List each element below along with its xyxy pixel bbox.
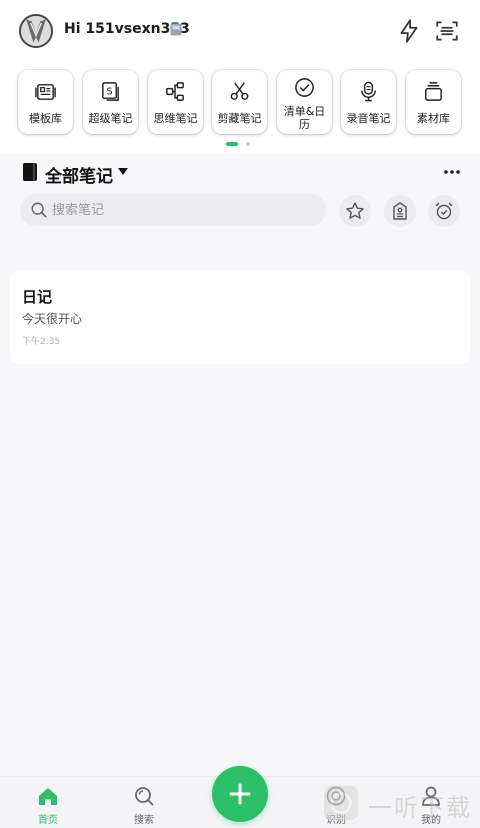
caret-down-icon[interactable] xyxy=(118,168,128,176)
tool-label: 超级笔记 xyxy=(88,112,133,125)
search-icon xyxy=(31,202,47,218)
tags-button[interactable] xyxy=(384,195,416,227)
favorites-button[interactable] xyxy=(339,195,371,227)
tool-label: 剪藏笔记 xyxy=(217,112,262,125)
search-input[interactable] xyxy=(52,198,312,222)
watermark-text: 一听下载 xyxy=(368,794,472,822)
mindmap-icon xyxy=(166,82,184,101)
tool-label: 录音笔记 xyxy=(346,112,391,125)
super-note-icon: S xyxy=(102,82,119,101)
plus-icon xyxy=(229,783,251,805)
note-card[interactable]: 日记 今天很开心 下午2:35 xyxy=(10,270,470,364)
home-icon xyxy=(39,788,57,805)
check-circle-icon xyxy=(295,78,314,97)
tool-label: 清单&日历 xyxy=(283,105,326,131)
note-timestamp: 下午2:35 xyxy=(22,337,61,347)
more-icon[interactable] xyxy=(442,164,462,180)
vip-badge-icon[interactable] xyxy=(170,23,182,36)
tool-label: 模板库 xyxy=(29,112,62,125)
star-icon xyxy=(346,202,364,219)
watermark: 一听下载 xyxy=(318,780,478,826)
search-box[interactable] xyxy=(20,194,326,226)
scissors-icon xyxy=(230,82,249,100)
add-note-button[interactable] xyxy=(212,766,268,822)
tool-template-library[interactable]: 模板库 xyxy=(18,70,73,134)
nav-search[interactable]: 搜索 xyxy=(114,783,174,827)
svg-text:S: S xyxy=(106,86,112,97)
alarm-clock-icon xyxy=(435,202,453,220)
microphone-icon xyxy=(361,81,376,102)
notes-section: 全部笔记 xyxy=(0,154,480,242)
note-preview: 今天很开心 xyxy=(22,312,83,326)
note-title: 日记 xyxy=(22,288,53,306)
tool-checklist-calendar[interactable]: 清单&日历 xyxy=(277,70,332,134)
material-icon xyxy=(425,82,442,101)
page-indicator-active xyxy=(226,142,238,146)
search-icon xyxy=(135,787,154,806)
notebook-icon xyxy=(23,163,37,181)
tool-label: 思维笔记 xyxy=(153,112,198,125)
scan-icon[interactable] xyxy=(434,18,460,44)
tool-voice-note[interactable]: 录音笔记 xyxy=(341,70,396,134)
tool-clip-note[interactable]: 剪藏笔记 xyxy=(212,70,267,134)
nav-label: 搜索 xyxy=(134,815,154,826)
reminders-button[interactable] xyxy=(428,195,460,227)
page-indicator xyxy=(226,142,256,148)
flash-icon[interactable] xyxy=(396,18,422,44)
avatar[interactable] xyxy=(19,14,53,48)
avatar-image xyxy=(21,16,51,46)
template-icon xyxy=(35,84,56,100)
notes-folder-title[interactable]: 全部笔记 xyxy=(45,162,113,187)
tool-mindmap-note[interactable]: 思维笔记 xyxy=(148,70,203,134)
tool-super-note[interactable]: S 超级笔记 xyxy=(83,70,138,134)
tag-icon xyxy=(393,202,407,220)
tool-label: 素材库 xyxy=(417,112,450,125)
nav-label: 首页 xyxy=(38,815,58,826)
top-bar: Hi 151vsexn353 xyxy=(0,0,480,62)
page-indicator-dot xyxy=(246,142,250,146)
watermark-logo-icon xyxy=(323,785,359,821)
quick-tools: 模板库 S 超级笔记 思维笔记 剪藏笔记 清单&日历 录音笔记 素材库 xyxy=(0,62,480,154)
nav-home[interactable]: 首页 xyxy=(18,783,78,827)
tool-material-library[interactable]: 素材库 xyxy=(406,70,461,134)
